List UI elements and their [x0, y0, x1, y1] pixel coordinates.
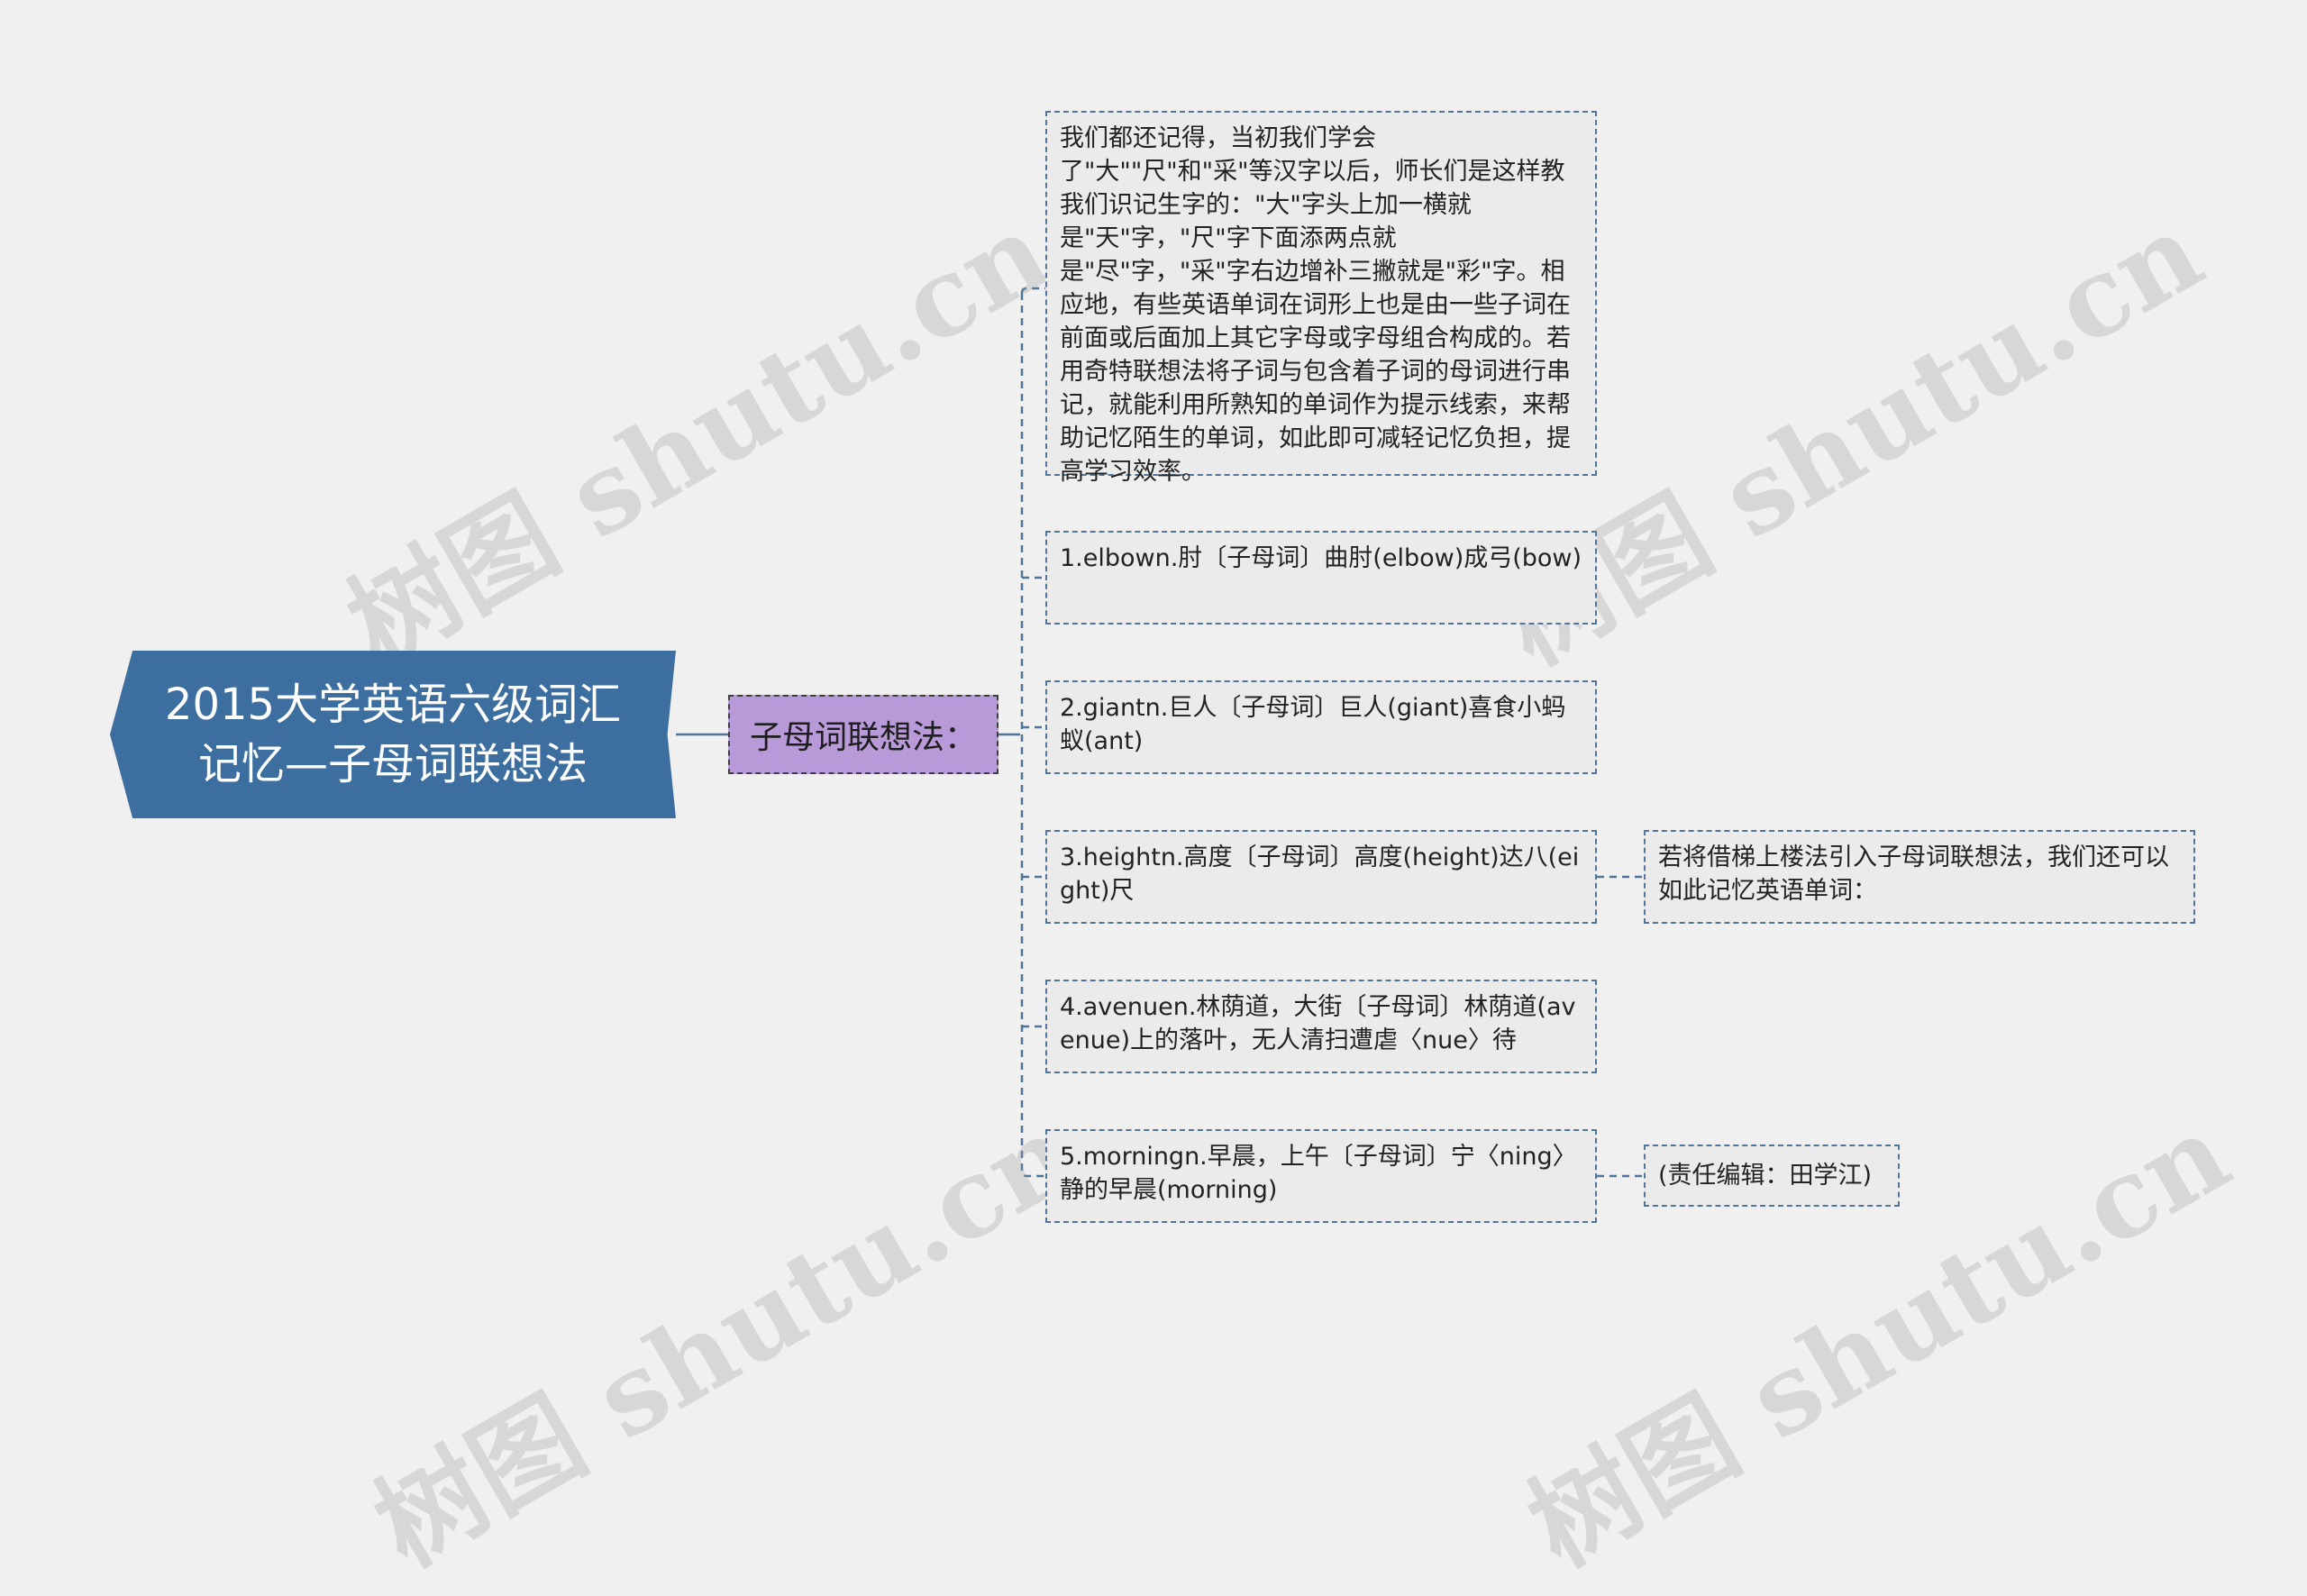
connector-trunk	[1020, 287, 1045, 1178]
extra-text: 若将借梯上楼法引入子母词联想法，我们还可以如此记忆英语单词：	[1658, 844, 2169, 905]
extra-note-ladder[interactable]: 若将借梯上楼法引入子母词联想法，我们还可以如此记忆英语单词：	[1644, 830, 2195, 924]
extra-text: (责任编辑：田学江)	[1658, 1162, 1873, 1190]
leaf-giant[interactable]: 2.giantn.巨人〔子母词〕巨人(giant)喜食小蚂蚁(ant)	[1045, 680, 1597, 774]
branch-topic[interactable]: 子母词联想法：	[728, 695, 998, 774]
leaf-avenue[interactable]: 4.avenuen.林荫道，大街〔子母词〕林荫道(avenue)上的落叶，无人清…	[1045, 980, 1597, 1073]
leaf-text: 我们都还记得，当初我们学会了"大""尺"和"采"等汉字以后，师长们是这样教我们识…	[1060, 124, 1571, 486]
leaf-text: 4.avenuen.林荫道，大街〔子母词〕林荫道(avenue)上的落叶，无人清…	[1060, 993, 1576, 1054]
leaf-morning[interactable]: 5.morningn.早晨，上午〔子母词〕宁〈ning〉静的早晨(morning…	[1045, 1129, 1597, 1223]
leaf-text: 1.elbown.肘〔子母词〕曲肘(elbow)成弓(bow)	[1060, 544, 1582, 572]
leaf-elbow[interactable]: 1.elbown.肘〔子母词〕曲肘(elbow)成弓(bow)	[1045, 531, 1597, 625]
leaf-text: 2.giantn.巨人〔子母词〕巨人(giant)喜食小蚂蚁(ant)	[1060, 694, 1566, 755]
extra-note-editor[interactable]: (责任编辑：田学江)	[1644, 1145, 1900, 1207]
branch-topic-label: 子母词联想法：	[749, 719, 977, 756]
root-topic[interactable]: 2015大学英语六级词汇记忆—子母词联想法	[110, 651, 676, 818]
leaf-intro[interactable]: 我们都还记得，当初我们学会了"大""尺"和"采"等汉字以后，师长们是这样教我们识…	[1045, 111, 1597, 486]
root-topic-title: 2015大学英语六级词汇记忆—子母词联想法	[164, 679, 622, 789]
leaf-text: 5.morningn.早晨，上午〔子母词〕宁〈ning〉静的早晨(morning…	[1060, 1143, 1577, 1204]
leaf-text: 3.heightn.高度〔子母词〕高度(height)达八(eight)尺	[1060, 844, 1580, 905]
leaf-height[interactable]: 3.heightn.高度〔子母词〕高度(height)达八(eight)尺	[1045, 830, 1597, 924]
